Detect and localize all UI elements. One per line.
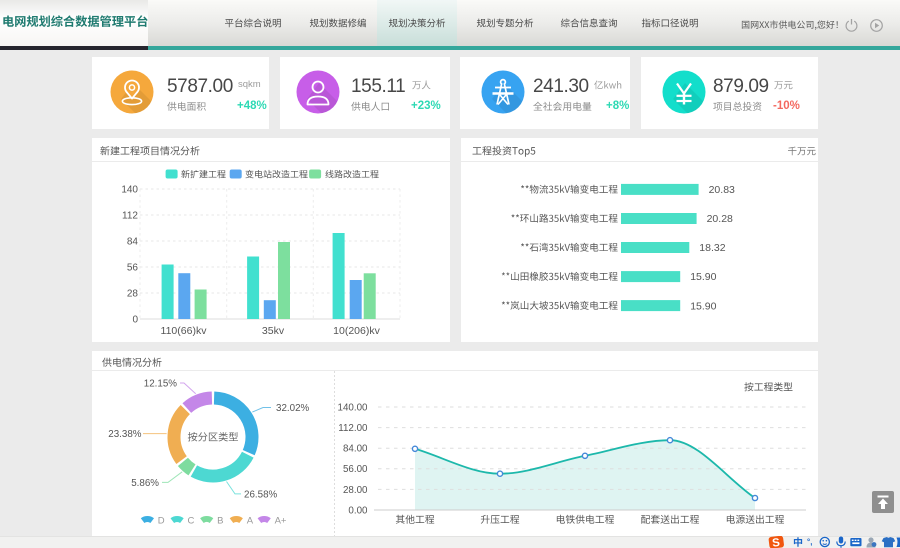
svg-text:12.15%: 12.15% [144,379,178,390]
svg-text:26.58%: 26.58% [244,489,278,500]
svg-text:84.00: 84.00 [343,444,368,455]
svg-text:0.00: 0.00 [348,505,368,516]
svg-text:D: D [158,516,165,527]
svg-text:20.83: 20.83 [709,184,735,196]
svg-text:20.28: 20.28 [707,213,733,225]
svg-text:A+: A+ [275,516,287,527]
svg-text:B: B [217,516,223,527]
svg-text:°,: °, [807,538,812,547]
svg-text:10(206)kv: 10(206)kv [333,325,380,337]
svg-text:35kv: 35kv [262,325,285,337]
svg-text:140.00: 140.00 [338,402,369,413]
svg-text:32.02%: 32.02% [276,403,310,414]
svg-text:28.00: 28.00 [343,485,368,496]
svg-text:28: 28 [127,289,139,300]
svg-text:56: 56 [127,263,139,274]
svg-text:15.90: 15.90 [690,300,716,312]
svg-text:110(66)kv: 110(66)kv [161,325,208,337]
svg-text:C: C [188,516,195,527]
svg-text:112: 112 [122,211,138,222]
svg-text:56.00: 56.00 [343,464,368,475]
svg-text:A: A [247,516,254,527]
svg-text:23.38%: 23.38% [108,429,142,440]
svg-text:140: 140 [121,185,138,196]
svg-text:15.90: 15.90 [690,271,716,283]
svg-text:18.32: 18.32 [699,242,725,254]
svg-text:112.00: 112.00 [338,423,368,434]
svg-text:84: 84 [127,237,139,248]
svg-text:0: 0 [132,315,138,326]
svg-text:5.86%: 5.86% [131,478,159,489]
